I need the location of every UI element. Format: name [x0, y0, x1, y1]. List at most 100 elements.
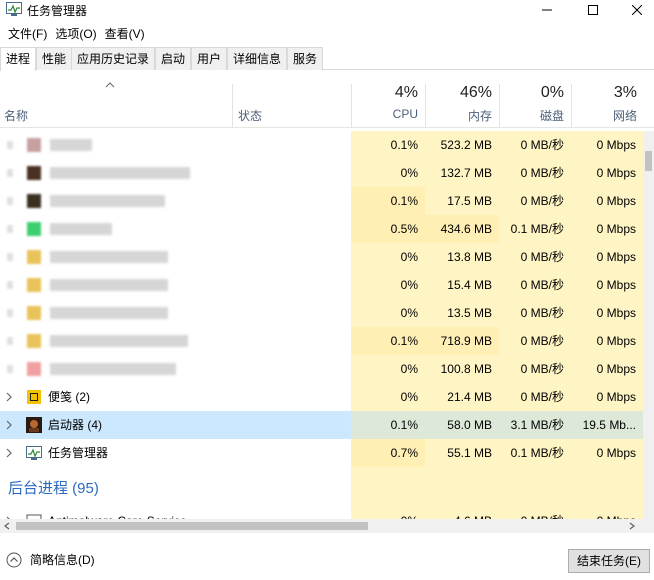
table-row[interactable]: 0.5% 434.6 MB 0.1 MB/秒 0 Mbps [0, 215, 643, 243]
minimize-button[interactable] [524, 0, 570, 20]
redacted-process-name [50, 335, 188, 347]
scrollbar-thumb[interactable] [16, 522, 368, 530]
menu-file[interactable]: 文件(F) [4, 25, 51, 42]
tab-users[interactable]: 用户 [191, 47, 228, 70]
table-row[interactable]: 0% 13.8 MB 0 MB/秒 0 Mbps [0, 243, 643, 271]
column-header: 名称 状态 4% CPU 46% 内存 0% 磁盘 3% 网络 [0, 70, 654, 128]
disk-total-percent[interactable]: 0% [499, 84, 564, 102]
cpu-cell: 0% [351, 355, 425, 383]
column-memory-header[interactable]: 内存 [425, 107, 492, 124]
chevron-right-icon[interactable] [5, 447, 13, 459]
disk-cell: 0.1 MB/秒 [499, 439, 571, 467]
process-icon [27, 306, 41, 320]
memory-cell: 4.6 MB [425, 507, 499, 519]
fewer-details-toggle[interactable]: 简略信息(D) [6, 551, 95, 568]
blurred-expander [7, 169, 13, 177]
cpu-cell: 0.7% [351, 439, 425, 467]
redacted-process-name [50, 139, 92, 151]
process-name: 便笺 (2) [48, 390, 91, 404]
process-name: 任务管理器 [48, 446, 109, 460]
column-network-header[interactable]: 网络 [571, 107, 637, 124]
process-name-cell [0, 355, 351, 383]
cpu-cell: 0% [351, 507, 425, 519]
vertical-scrollbar[interactable] [643, 131, 654, 519]
end-task-button[interactable]: 结束任务(E) [568, 549, 650, 573]
blurred-expander [7, 253, 13, 261]
network-cell: 0 Mbps [571, 355, 643, 383]
process-icon [27, 222, 41, 236]
table-row[interactable]: 0% 132.7 MB 0 MB/秒 0 Mbps [0, 159, 643, 187]
maximize-icon [588, 5, 598, 15]
horizontal-scrollbar[interactable] [0, 519, 643, 533]
tab-services[interactable]: 服务 [287, 47, 324, 70]
process-name-cell [0, 299, 351, 327]
process-name-cell [0, 215, 351, 243]
process-icon [27, 194, 41, 208]
chevron-right-icon[interactable] [5, 391, 13, 403]
blurred-expander [7, 141, 13, 149]
footer: 简略信息(D) 结束任务(E) [0, 540, 654, 580]
launcher-icon [26, 417, 42, 433]
network-cell: 0 Mbps [571, 243, 643, 271]
redacted-process-name [50, 251, 168, 263]
close-button[interactable] [614, 0, 654, 20]
table-row[interactable]: Antimalware Core Service 0% 4.6 MB 0 MB/… [0, 507, 643, 519]
sort-ascending-icon [105, 82, 115, 88]
process-list: 0.1% 523.2 MB 0 MB/秒 0 Mbps 0% 132.7 MB … [0, 131, 643, 519]
redacted-process-name [50, 167, 190, 179]
tab-processes[interactable]: 进程 [0, 47, 37, 71]
redacted-process-name [50, 223, 112, 235]
disk-cell: 0 MB/秒 [499, 131, 571, 159]
memory-cell: 13.8 MB [425, 243, 499, 271]
process-name-cell [0, 159, 351, 187]
blurred-expander [7, 309, 13, 317]
tab-details[interactable]: 详细信息 [227, 47, 288, 70]
table-row[interactable]: 0.1% 17.5 MB 0 MB/秒 0 Mbps [0, 187, 643, 215]
disk-cell: 0 MB/秒 [499, 159, 571, 187]
table-row[interactable]: 便笺 (2) 0% 21.4 MB 0 MB/秒 0 Mbps [0, 383, 643, 411]
menu-view[interactable]: 查看(V) [101, 25, 149, 42]
table-row[interactable]: 0% 15.4 MB 0 MB/秒 0 Mbps [0, 271, 643, 299]
chevron-up-circle-icon [6, 552, 22, 567]
tab-performance[interactable]: 性能 [36, 47, 73, 70]
memory-cell: 132.7 MB [425, 159, 499, 187]
sticky-notes-icon [27, 390, 41, 404]
network-cell: 0 Mbps [571, 439, 643, 467]
background-processes-title[interactable]: 后台进程 (95) [8, 475, 99, 503]
table-row[interactable]: 0% 13.5 MB 0 MB/秒 0 Mbps [0, 299, 643, 327]
network-cell: 0 Mbps [571, 507, 643, 519]
scroll-right-icon[interactable] [628, 522, 636, 530]
chevron-right-icon[interactable] [5, 419, 13, 431]
table-row[interactable]: 0.1% 718.9 MB 0 MB/秒 0 Mbps [0, 327, 643, 355]
memory-total-percent[interactable]: 46% [425, 84, 492, 102]
column-disk-header[interactable]: 磁盘 [499, 107, 564, 124]
process-name: Antimalware Core Service [48, 507, 187, 519]
table-row[interactable]: 任务管理器 0.7% 55.1 MB 0.1 MB/秒 0 Mbps [0, 439, 643, 467]
cpu-cell: 0% [351, 271, 425, 299]
column-status-header[interactable]: 状态 [238, 107, 262, 124]
menu-bar: 文件(F) 选项(O) 查看(V) [0, 22, 149, 44]
disk-cell: 0 MB/秒 [499, 507, 571, 519]
scroll-left-icon[interactable] [3, 522, 11, 530]
memory-cell: 434.6 MB [425, 215, 499, 243]
table-row[interactable]: 0% 100.8 MB 0 MB/秒 0 Mbps [0, 355, 643, 383]
tab-startup[interactable]: 启动 [155, 47, 192, 70]
table-row-selected[interactable]: 启动器 (4) 0.1% 58.0 MB 3.1 MB/秒 19.5 Mb... [0, 411, 643, 439]
menu-options[interactable]: 选项(O) [51, 25, 100, 42]
tab-app-history[interactable]: 应用历史记录 [71, 47, 156, 70]
redacted-process-name [50, 195, 165, 207]
process-name-cell [0, 271, 351, 299]
cpu-cell: 0% [351, 243, 425, 271]
column-name-header[interactable]: 名称 [4, 107, 28, 124]
maximize-button[interactable] [570, 0, 616, 20]
process-icon [27, 278, 41, 292]
redacted-process-name [50, 279, 168, 291]
blurred-expander [7, 197, 13, 205]
table-row[interactable]: 0.1% 523.2 MB 0 MB/秒 0 Mbps [0, 131, 643, 159]
redacted-process-name [50, 307, 168, 319]
cpu-total-percent[interactable]: 4% [351, 84, 418, 102]
process-name-cell: 任务管理器 [0, 439, 351, 467]
column-cpu-header[interactable]: CPU [351, 107, 418, 121]
network-total-percent[interactable]: 3% [571, 84, 637, 102]
scrollbar-thumb[interactable] [645, 151, 652, 171]
